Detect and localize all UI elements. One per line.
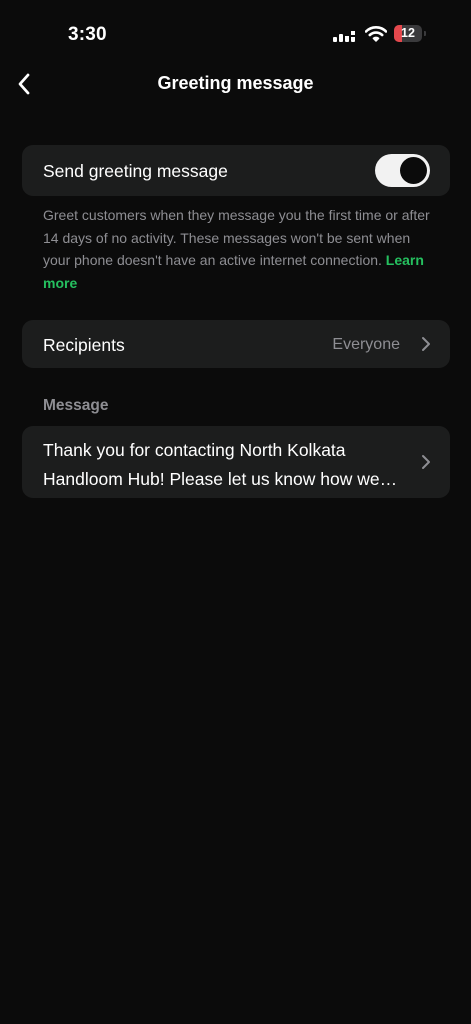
status-time: 3:30: [68, 24, 107, 45]
description-text: Greet customers when they message you th…: [43, 207, 430, 268]
toggle-knob: [400, 157, 427, 184]
chevron-right-icon: [422, 337, 430, 351]
greeting-toggle-label: Send greeting message: [43, 161, 228, 181]
wifi-icon: [365, 26, 387, 42]
battery-icon: 12: [394, 25, 422, 42]
recipients-label: Recipients: [43, 335, 125, 355]
greeting-description: Greet customers when they message you th…: [43, 204, 435, 294]
battery-cap: [424, 31, 426, 36]
page-title: Greeting message: [157, 73, 314, 93]
greeting-toggle-row: Send greeting message: [22, 145, 450, 196]
cellular-signal-icon: [333, 27, 355, 42]
recipients-value: Everyone: [332, 336, 400, 353]
chevron-right-icon: [422, 455, 430, 469]
greeting-message-text: Thank you for contacting North Kolkata H…: [43, 440, 380, 489]
status-bar: 3:30 12: [0, 0, 471, 60]
battery-level: 12: [401, 26, 415, 40]
recipients-row[interactable]: Recipients Everyone: [22, 320, 450, 368]
message-section-header: Message: [43, 397, 109, 414]
greeting-toggle-switch[interactable]: [375, 154, 430, 187]
message-row[interactable]: Thank you for contacting North Kolkata H…: [22, 426, 450, 498]
